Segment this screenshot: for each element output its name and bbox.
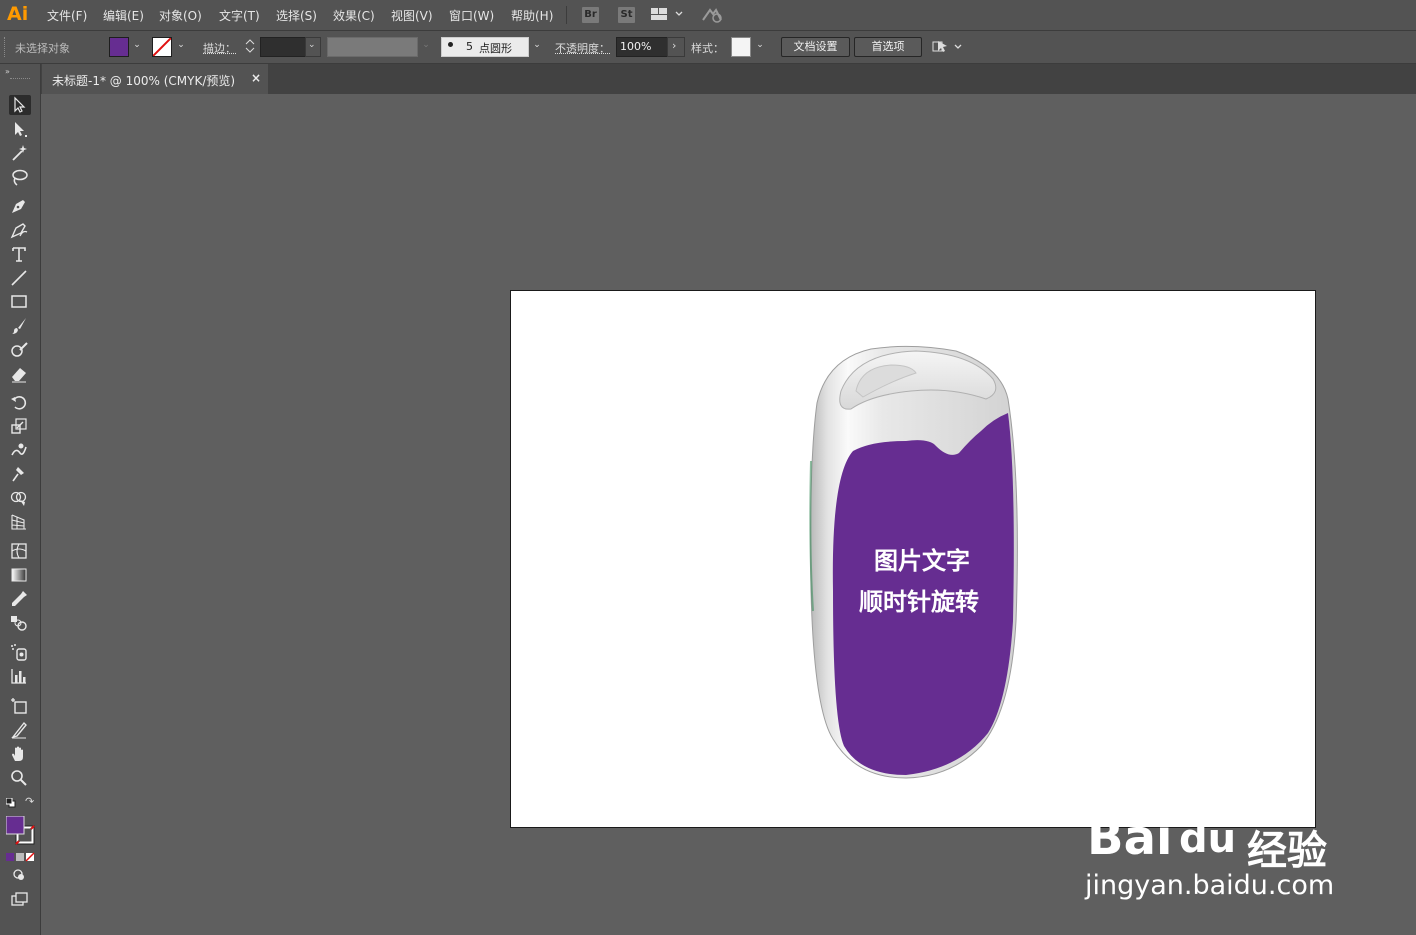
stroke-swatch[interactable] (152, 37, 172, 57)
control-bar: 未选择对象 ⌄ ⌄ 描边： ⌄ ⌄ 5 点圆形 ⌄ 不透明度： 100% › 样… (0, 31, 1416, 64)
mesh-tool-icon[interactable] (9, 541, 31, 561)
magic-wand-tool-icon[interactable] (9, 143, 31, 163)
preferences-button[interactable]: 首选项 (854, 37, 922, 57)
bridge-button[interactable]: Br (582, 7, 599, 23)
collapse-panel-icon[interactable]: » (5, 67, 10, 76)
document-setup-button[interactable]: 文档设置 (781, 37, 850, 57)
tools-panel: » ↷ (0, 64, 41, 935)
fill-dropdown-icon[interactable]: ⌄ (132, 39, 142, 51)
artboard-tool-icon[interactable] (9, 696, 31, 716)
opacity-value: 100% (620, 40, 652, 53)
shaper-tool-icon[interactable] (9, 340, 31, 360)
menu-effect[interactable]: 效果(C) (333, 7, 375, 24)
stroke-weight-field[interactable] (260, 37, 306, 57)
menu-help[interactable]: 帮助(H) (511, 7, 553, 24)
brush-size: 5 (466, 40, 473, 53)
gradient-tool-icon[interactable] (9, 565, 31, 585)
blend-tool-icon[interactable] (9, 613, 31, 633)
watermark-url: jingyan.baidu.com (1085, 870, 1335, 901)
brush-name: 点圆形 (479, 42, 512, 55)
eyedropper-tool-icon[interactable] (9, 589, 31, 609)
watermark-brand-du: du (1179, 816, 1237, 862)
warp-tool-icon[interactable] (9, 440, 31, 460)
menu-bar: Ai 文件(F) 编辑(E) 对象(O) 文字(T) 选择(S) 效果(C) 视… (0, 0, 1416, 31)
scale-tool-icon[interactable] (9, 416, 31, 436)
graphic-style-swatch[interactable] (731, 37, 751, 57)
style-dropdown-icon[interactable]: ⌄ (755, 39, 765, 51)
default-fill-stroke-icon[interactable] (5, 797, 16, 808)
menu-type[interactable]: 文字(T) (219, 7, 260, 24)
paw-logo-icon (1173, 783, 1247, 815)
puppet-warp-tool-icon[interactable] (9, 464, 31, 484)
watermark-brand-bai: Bai (1087, 810, 1173, 866)
drawing-modes-icon[interactable] (9, 865, 31, 885)
profile-dropdown-icon[interactable]: ⌄ (421, 39, 431, 51)
opacity-label[interactable]: 不透明度： (555, 40, 610, 56)
menu-edit[interactable]: 编辑(E) (103, 7, 144, 24)
stroke-weight-dropdown[interactable]: ⌄ (305, 37, 321, 57)
workspace-switcher-icon[interactable] (651, 8, 683, 25)
app-logo: Ai (7, 3, 29, 25)
slice-tool-icon[interactable] (9, 720, 31, 740)
menu-view[interactable]: 视图(V) (391, 7, 433, 24)
perspective-grid-tool-icon[interactable] (9, 512, 31, 532)
menu-file[interactable]: 文件(F) (47, 7, 87, 24)
color-mode-buttons[interactable] (6, 851, 36, 862)
pen-tool-icon[interactable] (9, 196, 31, 216)
line-segment-tool-icon[interactable] (9, 268, 31, 288)
direct-selection-tool-icon[interactable] (9, 119, 31, 139)
selection-tool-icon[interactable] (9, 95, 31, 115)
stroke-label[interactable]: 描边： (203, 40, 236, 56)
artwork-text-line1[interactable]: 图片文字 (874, 541, 970, 576)
opacity-field[interactable]: 100% (616, 37, 668, 57)
symbol-sprayer-tool-icon[interactable] (9, 642, 31, 662)
type-tool-icon[interactable] (9, 244, 31, 264)
eraser-tool-icon[interactable] (9, 364, 31, 384)
stroke-weight-stepper[interactable] (243, 37, 257, 55)
zoom-tool-icon[interactable] (9, 768, 31, 788)
column-graph-tool-icon[interactable] (9, 666, 31, 686)
variable-width-profile[interactable] (327, 37, 418, 57)
fill-stroke-indicator[interactable] (5, 815, 36, 846)
screen-mode-icon[interactable] (9, 889, 31, 909)
fill-swatch[interactable] (109, 37, 129, 57)
document-tab[interactable]: 未标题-1* @ 100% (CMYK/预览) × (42, 64, 268, 94)
stock-button[interactable]: St (618, 7, 635, 23)
brush-dropdown-icon[interactable]: ⌄ (532, 39, 542, 51)
close-tab-icon[interactable]: × (251, 71, 261, 85)
stroke-dropdown-icon[interactable]: ⌄ (176, 39, 186, 51)
hand-tool-icon[interactable] (9, 744, 31, 764)
shape-builder-tool-icon[interactable] (9, 488, 31, 508)
arrange-documents-icon[interactable] (932, 39, 966, 58)
artboard[interactable]: 图片文字 顺时针旋转 (510, 290, 1316, 828)
curvature-tool-icon[interactable] (9, 220, 31, 240)
rotate-tool-icon[interactable] (9, 392, 31, 412)
gpu-performance-icon[interactable] (700, 6, 724, 27)
rectangle-tool-icon[interactable] (9, 292, 31, 312)
menu-select[interactable]: 选择(S) (276, 7, 317, 24)
document-tab-title: 未标题-1* @ 100% (CMYK/预览) (52, 74, 236, 88)
swap-fill-stroke-icon[interactable]: ↷ (25, 796, 37, 808)
watermark-brand-cn: 经验 (1247, 828, 1327, 874)
lasso-tool-icon[interactable] (9, 167, 31, 187)
selection-status: 未选择对象 (15, 42, 70, 55)
menu-window[interactable]: 窗口(W) (449, 7, 494, 24)
paintbrush-tool-icon[interactable] (9, 316, 31, 336)
brush-definition[interactable]: 5 点圆形 (441, 37, 529, 57)
document-tab-bar: 未标题-1* @ 100% (CMYK/预览) × (41, 64, 1416, 94)
opacity-slider-toggle[interactable]: › (667, 37, 685, 57)
menu-object[interactable]: 对象(O) (159, 7, 202, 24)
style-label: 样式： (691, 42, 724, 55)
artwork-text-line2[interactable]: 顺时针旋转 (859, 582, 979, 617)
